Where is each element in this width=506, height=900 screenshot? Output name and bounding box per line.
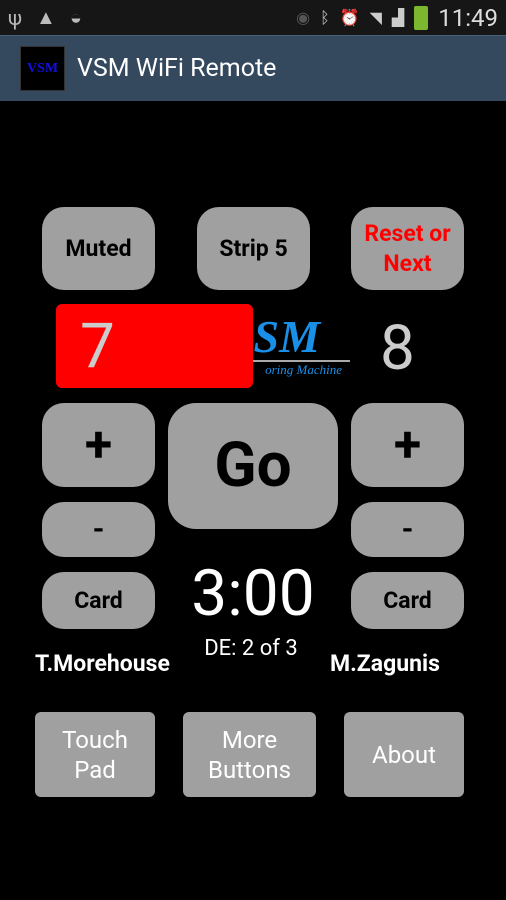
- right-minus-button[interactable]: -: [351, 502, 464, 557]
- logo-subtitle: oring Machine: [265, 362, 342, 377]
- left-plus-button[interactable]: +: [42, 403, 155, 487]
- left-minus-button[interactable]: -: [42, 502, 155, 557]
- wifi-icon: ◥: [369, 8, 382, 27]
- signal-icon: ▟: [391, 8, 405, 27]
- right-plus-button[interactable]: +: [351, 403, 464, 487]
- eye-icon: ◉: [296, 8, 311, 27]
- usb-icon: ψ: [8, 5, 23, 30]
- logo-text: SM: [253, 311, 320, 362]
- timer: 3:00: [191, 556, 315, 631]
- strip-button[interactable]: Strip 5: [197, 207, 310, 290]
- bout-info: DE: 2 of 3: [204, 636, 298, 661]
- app-logo[interactable]: VSM: [20, 46, 65, 91]
- battery-charging-icon: [414, 5, 429, 30]
- alarm-icon: ⏰: [339, 8, 360, 27]
- wifi-lock-icon: ◒: [69, 5, 82, 29]
- left-fencer-name: T.Morehouse: [35, 650, 170, 677]
- muted-button[interactable]: Muted: [42, 207, 155, 290]
- about-button[interactable]: About: [344, 712, 464, 797]
- right-fencer-name: M.Zagunis: [330, 650, 440, 677]
- more-buttons-button[interactable]: More Buttons: [183, 712, 316, 797]
- right-score: 8: [380, 312, 415, 385]
- bluetooth-icon: ᛒ: [320, 8, 330, 27]
- touch-pad-button[interactable]: Touch Pad: [35, 712, 155, 797]
- status-bar: ψ ▲ ◒ ◉ ᛒ ⏰ ◥ ▟ 11:49: [0, 0, 506, 35]
- warning-icon: ▲: [36, 5, 56, 29]
- app-title: VSM WiFi Remote: [77, 54, 277, 83]
- app-bar: VSM VSM WiFi Remote: [0, 35, 506, 101]
- left-score: 7: [56, 304, 253, 388]
- clock: 11:49: [438, 3, 498, 32]
- right-card-button[interactable]: Card: [351, 572, 464, 629]
- left-card-button[interactable]: Card: [42, 572, 155, 629]
- reset-next-button[interactable]: Reset or Next: [351, 207, 464, 290]
- go-button[interactable]: Go: [168, 403, 338, 529]
